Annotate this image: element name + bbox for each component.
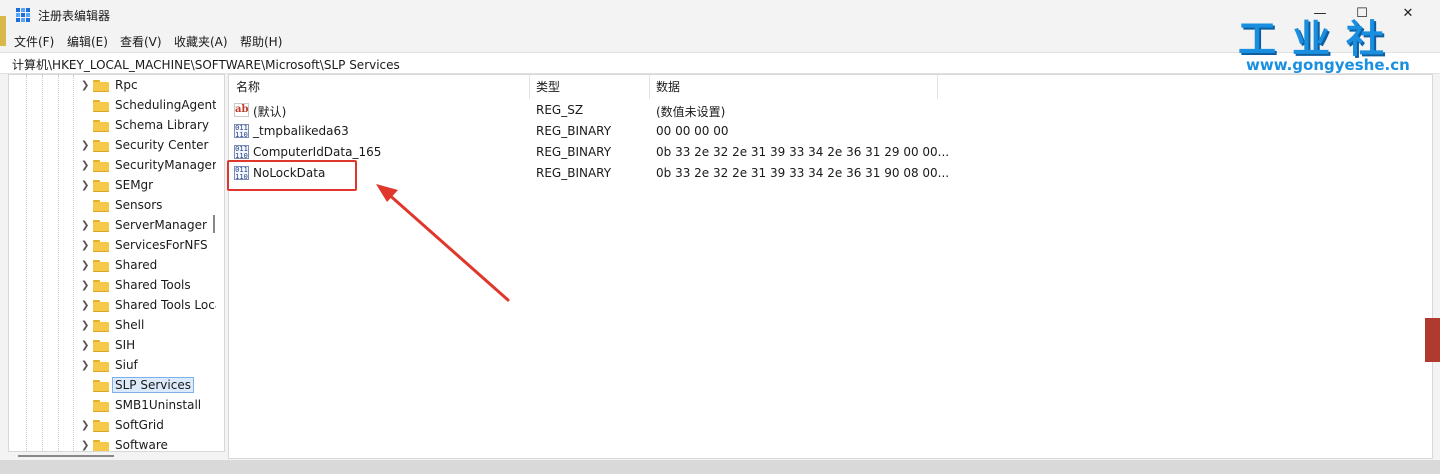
- background-window-strip: [0, 460, 1440, 474]
- watermark-logo: 工业社 www.gongyeshe.cn: [1232, 8, 1432, 78]
- background-edge-tab: [1425, 318, 1440, 362]
- watermark-chinese: 工业社: [1238, 17, 1401, 61]
- background-window-edge: [0, 16, 6, 46]
- watermark-url: www.gongyeshe.cn: [1246, 56, 1410, 74]
- annotation-arrow: [376, 184, 510, 302]
